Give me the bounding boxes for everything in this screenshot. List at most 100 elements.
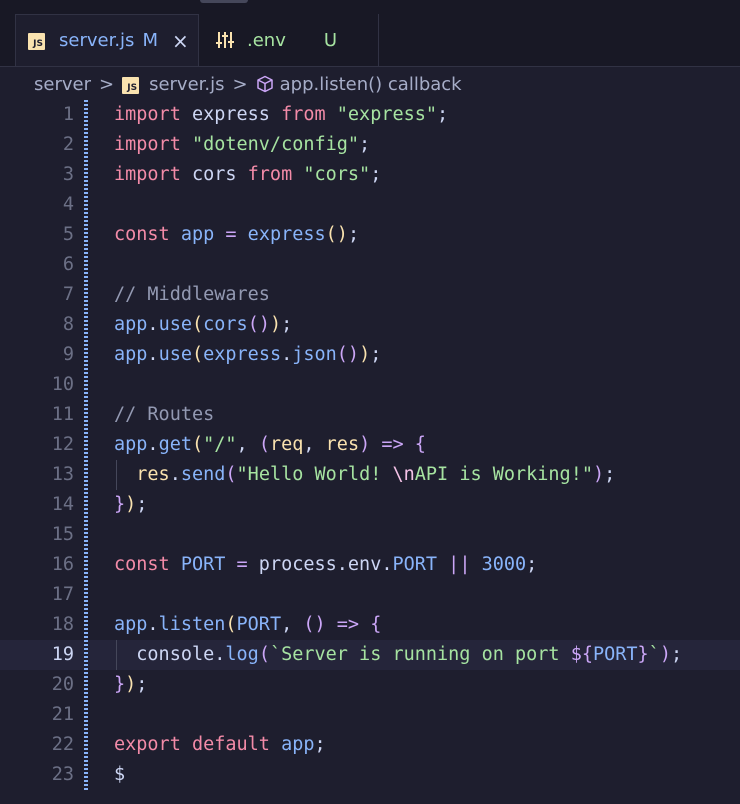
code-token: ; bbox=[281, 314, 293, 335]
code-token: app bbox=[114, 344, 148, 365]
breadcrumb-symbol[interactable]: app.listen() callback bbox=[280, 74, 462, 95]
line-number: 3 bbox=[62, 164, 74, 185]
top-indicator bbox=[200, 0, 248, 3]
code-token: => bbox=[325, 614, 360, 635]
code-token: ; bbox=[370, 344, 382, 365]
code-token: app bbox=[269, 734, 315, 755]
code-token: ; bbox=[604, 464, 616, 485]
line-number: 2 bbox=[62, 134, 74, 155]
code-token: ( bbox=[191, 434, 204, 455]
code-token: ) bbox=[659, 644, 671, 665]
code-token: || bbox=[437, 554, 471, 575]
code-token: ; bbox=[370, 164, 382, 185]
code-line[interactable]: 23 $ bbox=[0, 760, 740, 790]
code-line[interactable]: 14}); bbox=[0, 490, 740, 520]
code-text: app.use(express.json()); bbox=[114, 340, 381, 370]
code-token: express bbox=[203, 344, 282, 365]
code-text: import "dotenv/config"; bbox=[114, 130, 370, 160]
code-token: ; bbox=[526, 554, 538, 575]
code-line[interactable]: 1 import express from "express"; bbox=[0, 100, 740, 130]
code-token: ) bbox=[125, 674, 137, 695]
code-line[interactable]: 16 const PORT = process.env.PORT || 3000; bbox=[0, 550, 740, 580]
code-token: { bbox=[414, 434, 426, 455]
code-line[interactable]: 2 import "dotenv/config"; bbox=[0, 130, 740, 160]
line-number: 23 bbox=[51, 764, 74, 785]
code-token: = bbox=[236, 554, 248, 575]
code-line[interactable]: 4 bbox=[0, 190, 740, 220]
indent-guide bbox=[116, 460, 117, 490]
code-token: const bbox=[114, 554, 170, 575]
breadcrumb-file[interactable]: server.js bbox=[149, 74, 224, 95]
line-number: 9 bbox=[62, 344, 74, 365]
code-token: ; bbox=[136, 674, 148, 695]
code-token: () bbox=[325, 224, 348, 245]
tab-env[interactable]: .env U bbox=[199, 14, 379, 66]
code-token: import bbox=[114, 164, 181, 185]
code-line[interactable]: 10 bbox=[0, 370, 740, 400]
code-line[interactable]: 15 bbox=[0, 520, 740, 550]
code-token: req bbox=[269, 434, 304, 455]
code-token: ; bbox=[437, 104, 449, 125]
code-token: . bbox=[169, 464, 181, 485]
code-line[interactable]: 22 export default app; bbox=[0, 730, 740, 760]
code-token: () bbox=[336, 344, 360, 365]
code-line[interactable]: 20}); bbox=[0, 670, 740, 700]
code-editor[interactable]: 1 import express from "express"; 2 import "… bbox=[0, 100, 740, 804]
chevron-right-icon: > bbox=[98, 73, 115, 95]
close-icon[interactable]: × bbox=[172, 31, 189, 51]
code-token: PORT bbox=[236, 614, 282, 635]
code-line[interactable]: 9 app.use(express.json()); bbox=[0, 340, 740, 370]
code-token: ; bbox=[359, 134, 371, 155]
code-line[interactable]: 11 // Routes bbox=[0, 400, 740, 430]
code-text: }); bbox=[114, 490, 147, 520]
code-token: import bbox=[114, 104, 181, 125]
code-token: app bbox=[114, 614, 148, 635]
line-number: 10 bbox=[51, 374, 74, 395]
breadcrumb: server > JS server.js > app.listen() cal… bbox=[0, 66, 740, 102]
code-token: . bbox=[147, 344, 159, 365]
code-token: console bbox=[136, 644, 215, 665]
code-text: $ bbox=[114, 760, 125, 790]
code-token: cors bbox=[203, 314, 248, 335]
breadcrumb-folder[interactable]: server bbox=[34, 74, 91, 95]
code-line[interactable]: 6 bbox=[0, 250, 740, 280]
code-token: res bbox=[325, 434, 360, 455]
code-line[interactable]: 18 app.listen(PORT, () => { bbox=[0, 610, 740, 640]
code-line[interactable]: 13 res.send("Hello World! \nAPI is Worki… bbox=[0, 460, 740, 490]
code-token: $ bbox=[114, 764, 126, 785]
code-token: express bbox=[180, 104, 282, 125]
code-token: use bbox=[158, 344, 192, 365]
code-token: const bbox=[114, 224, 170, 245]
code-token: ; bbox=[314, 734, 326, 755]
code-token: . bbox=[281, 344, 293, 365]
code-token: ${ bbox=[570, 644, 593, 665]
code-line[interactable]: 5 const app = express(); bbox=[0, 220, 740, 250]
line-number: 20 bbox=[51, 674, 74, 695]
line-number: 18 bbox=[51, 614, 74, 635]
code-token: , bbox=[236, 434, 259, 455]
code-text: // Routes bbox=[114, 400, 214, 430]
code-token: ; bbox=[670, 644, 683, 665]
code-token: 3000 bbox=[470, 554, 527, 575]
code-text: app.use(cors()); bbox=[114, 310, 292, 340]
code-line[interactable]: 7 // Middlewares bbox=[0, 280, 740, 310]
code-line[interactable]: 8 app.use(cors()); bbox=[0, 310, 740, 340]
code-token: ( bbox=[191, 344, 204, 365]
code-token: cors bbox=[180, 164, 248, 185]
code-token: "/" bbox=[203, 434, 237, 455]
code-line[interactable]: 19 console.log(`Server is running on por… bbox=[0, 640, 740, 670]
code-line[interactable]: 21 bbox=[0, 700, 740, 730]
code-line[interactable]: 3 import cors from "cors"; bbox=[0, 160, 740, 190]
indent-guide bbox=[116, 640, 117, 670]
code-line[interactable]: 12 app.get("/", (req, res) => { bbox=[0, 430, 740, 460]
tab-label: server.js bbox=[59, 30, 135, 51]
tab-server-js[interactable]: JS server.js M × bbox=[15, 14, 199, 66]
code-token: ; bbox=[136, 494, 148, 515]
code-line[interactable]: 17 bbox=[0, 580, 740, 610]
line-number: 8 bbox=[62, 314, 74, 335]
code-token: ) bbox=[125, 494, 137, 515]
line-number: 11 bbox=[51, 404, 74, 425]
code-text: app.get("/", (req, res) => { bbox=[114, 430, 426, 460]
